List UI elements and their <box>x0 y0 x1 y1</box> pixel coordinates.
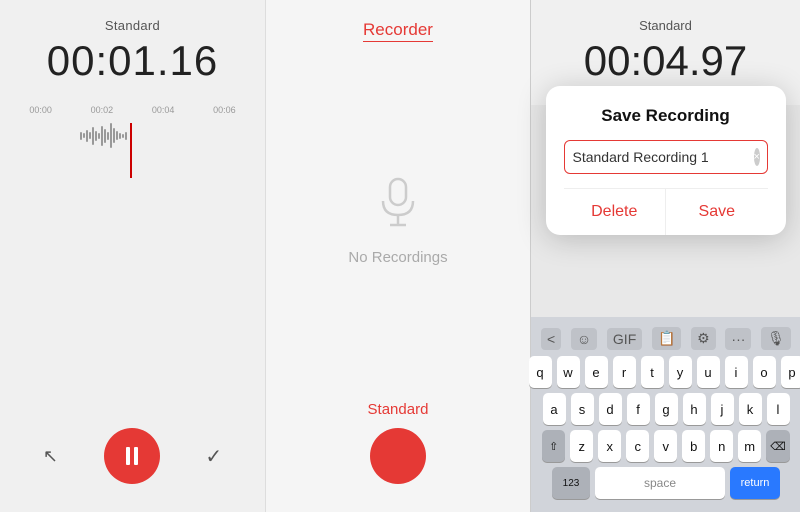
save-button[interactable]: Save <box>666 189 768 235</box>
kb-row-4: 123 space return <box>535 467 797 499</box>
key-e[interactable]: e <box>585 356 608 388</box>
keyboard-toolbar: < ☺ GIF 📋 ⚙ ··· 🎙 <box>535 323 797 356</box>
timer-1: 00:01.16 <box>47 37 219 85</box>
kb-row-3: ⇧ z x c v b n m ⌫ <box>535 430 797 462</box>
key-r[interactable]: r <box>613 356 636 388</box>
key-y[interactable]: y <box>669 356 692 388</box>
recorder-title: Recorder <box>363 20 433 40</box>
no-recordings-label: No Recordings <box>348 249 447 266</box>
mic-area: No Recordings <box>348 42 447 401</box>
arrow-icon: ↖ <box>43 446 58 467</box>
save-recording-dialog: Save Recording × Delete Save <box>546 86 786 235</box>
timeline-mark: 00:00 <box>29 105 52 115</box>
key-q[interactable]: q <box>529 356 552 388</box>
bottom-controls: ↖ ✓ <box>0 428 265 484</box>
wave-bars <box>80 123 127 148</box>
key-s[interactable]: s <box>571 393 594 425</box>
kb-clipboard-button[interactable]: 📋 <box>652 327 681 350</box>
key-h[interactable]: h <box>683 393 706 425</box>
key-w[interactable]: w <box>557 356 580 388</box>
panel-save-recording: Standard 00:04.97 Save Recording × Delet… <box>530 0 800 512</box>
key-o[interactable]: o <box>753 356 776 388</box>
clear-icon: × <box>754 151 760 163</box>
clear-input-button[interactable]: × <box>754 148 760 166</box>
key-p[interactable]: p <box>781 356 800 388</box>
panel-recording-active: Standard 00:01.16 00:00 00:02 00:04 00:0… <box>0 0 265 512</box>
keyboard: < ☺ GIF 📋 ⚙ ··· 🎙 q w e r t y u i o p a … <box>531 317 800 512</box>
key-i[interactable]: i <box>725 356 748 388</box>
key-j[interactable]: j <box>711 393 734 425</box>
key-v[interactable]: v <box>654 430 677 462</box>
key-g[interactable]: g <box>655 393 678 425</box>
dialog-input-row[interactable]: × <box>564 140 768 174</box>
recording-name-input[interactable] <box>573 149 754 165</box>
mic-icon <box>373 177 423 237</box>
timeline-mark: 00:02 <box>91 105 114 115</box>
record-button[interactable] <box>370 428 426 484</box>
playhead-line <box>130 123 132 178</box>
mode-label-1: Standard <box>105 18 160 33</box>
key-delete[interactable]: ⌫ <box>766 430 790 462</box>
kb-row-2: a s d f g h j k l <box>535 393 797 425</box>
standard-label: Standard <box>368 401 429 418</box>
key-b[interactable]: b <box>682 430 705 462</box>
key-n[interactable]: n <box>710 430 733 462</box>
kb-row-1: q w e r t y u i o p <box>535 356 797 388</box>
pause-button[interactable] <box>104 428 160 484</box>
panel-no-recordings: Recorder No Recordings Standard <box>265 0 530 512</box>
kb-gif-button[interactable]: GIF <box>607 328 642 350</box>
pause-icon <box>126 447 138 465</box>
dialog-title: Save Recording <box>564 106 768 126</box>
key-m[interactable]: m <box>738 430 761 462</box>
key-c[interactable]: c <box>626 430 649 462</box>
key-f[interactable]: f <box>627 393 650 425</box>
dialog-overlay: Save Recording × Delete Save <box>531 0 800 320</box>
key-u[interactable]: u <box>697 356 720 388</box>
kb-settings-button[interactable]: ⚙ <box>691 327 716 350</box>
timeline: 00:00 00:02 00:04 00:06 <box>0 105 265 115</box>
key-l[interactable]: l <box>767 393 790 425</box>
key-t[interactable]: t <box>641 356 664 388</box>
waveform-area: 00:00 00:02 00:04 00:06 <box>0 105 265 185</box>
timeline-mark: 00:04 <box>152 105 175 115</box>
key-numbers[interactable]: 123 <box>552 467 590 499</box>
panel2-bottom-controls: Standard <box>368 401 429 484</box>
key-k[interactable]: k <box>739 393 762 425</box>
kb-mic-button[interactable]: 🎙 <box>761 327 791 350</box>
key-space[interactable]: space <box>595 467 725 499</box>
kb-back-button[interactable]: < <box>541 328 561 350</box>
delete-button[interactable]: Delete <box>564 189 667 235</box>
key-shift[interactable]: ⇧ <box>542 430 565 462</box>
key-d[interactable]: d <box>599 393 622 425</box>
key-return[interactable]: return <box>730 467 780 499</box>
key-x[interactable]: x <box>598 430 621 462</box>
check-icon[interactable]: ✓ <box>205 444 222 469</box>
kb-more-button[interactable]: ··· <box>725 328 751 350</box>
timeline-mark: 00:06 <box>213 105 236 115</box>
kb-emoji-button[interactable]: ☺ <box>571 328 597 350</box>
dialog-buttons: Delete Save <box>564 188 768 235</box>
key-z[interactable]: z <box>570 430 593 462</box>
key-a[interactable]: a <box>543 393 566 425</box>
